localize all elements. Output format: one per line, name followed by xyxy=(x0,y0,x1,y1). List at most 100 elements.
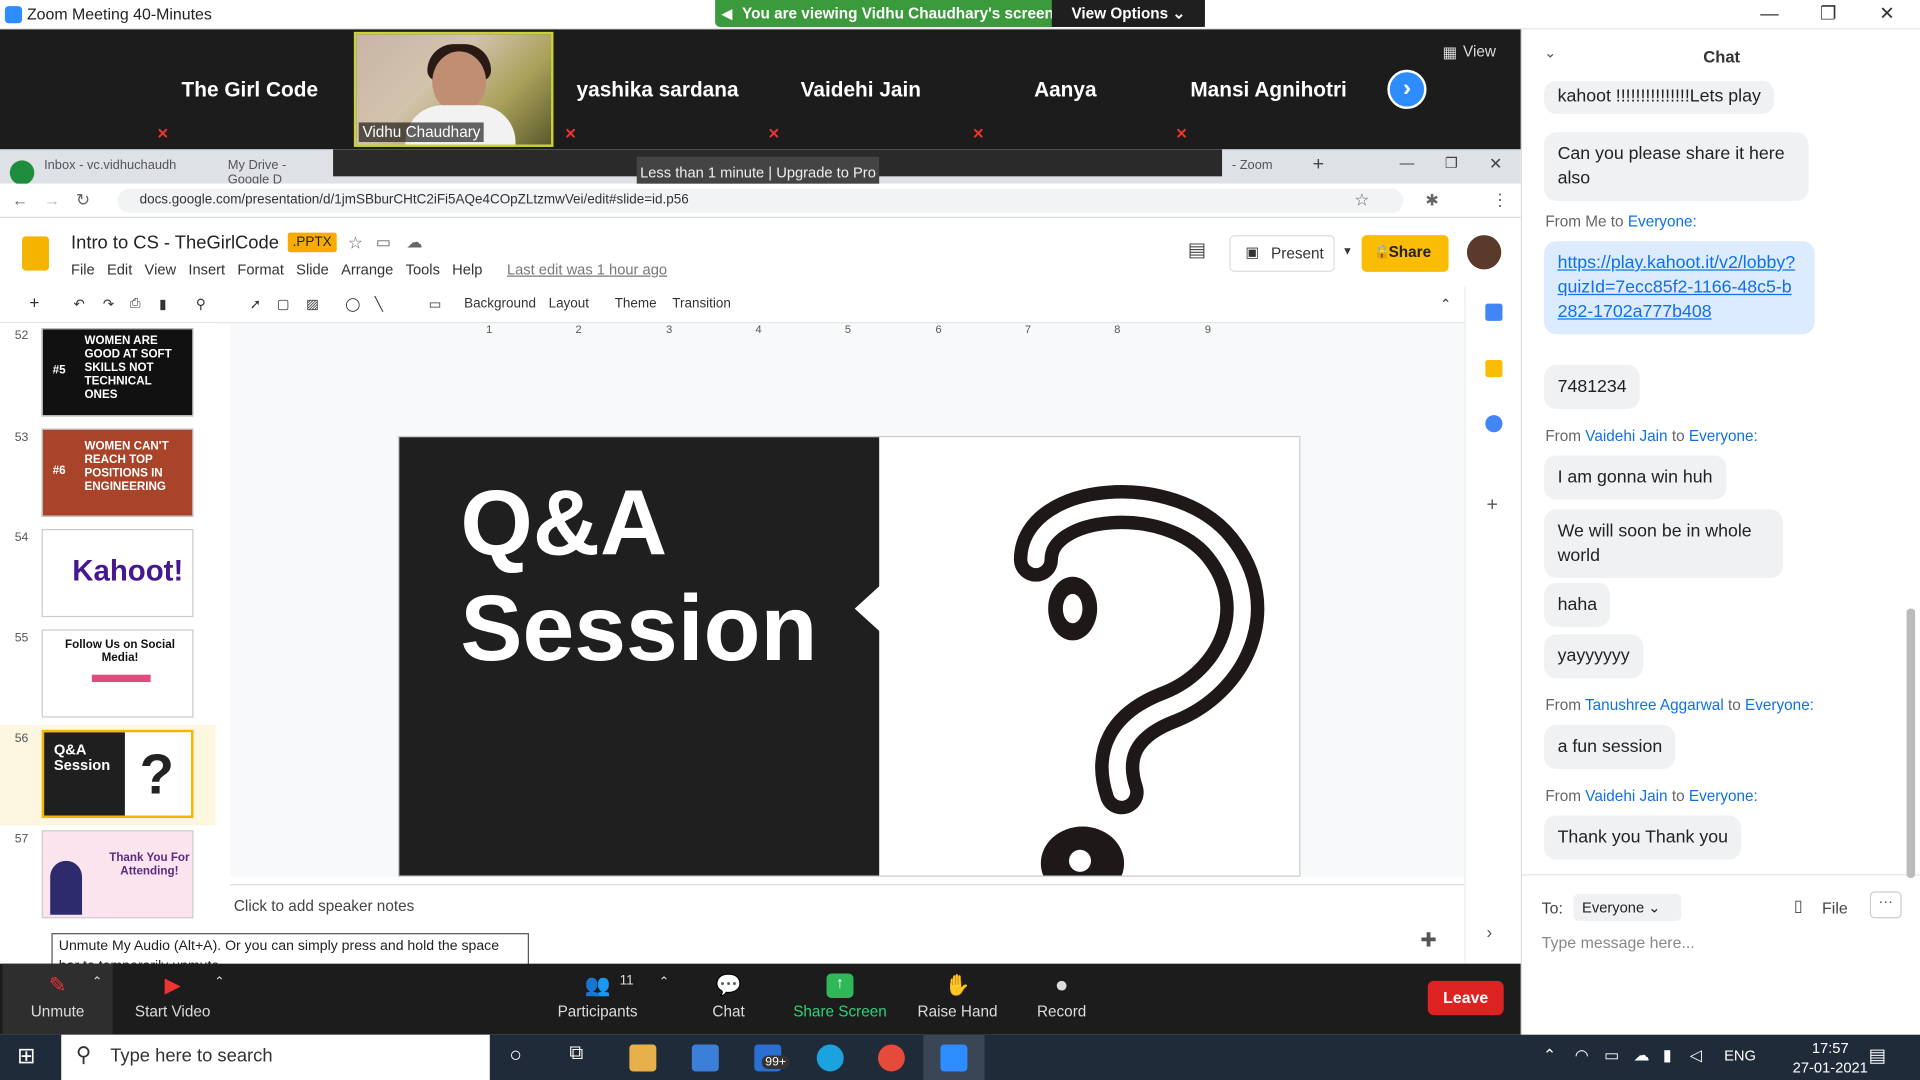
microphone-icon[interactable]: ▮ xyxy=(1663,1046,1672,1066)
file-explorer-icon[interactable] xyxy=(629,1044,657,1072)
minimize-button[interactable]: — xyxy=(1741,2,1797,26)
record-button[interactable]: ⏺ Record xyxy=(1007,964,1117,1035)
menu-help[interactable]: Help xyxy=(452,261,482,278)
extensions-icon[interactable]: ✱ xyxy=(1425,191,1438,211)
chat-scrollbar[interactable] xyxy=(1906,608,1916,878)
print-icon[interactable]: ⎙ xyxy=(130,296,141,312)
browser-tab[interactable]: - Zoom xyxy=(1220,153,1296,184)
redo-icon[interactable]: ↷ xyxy=(103,296,114,313)
taskbar-search-input[interactable]: Type here to search xyxy=(61,1034,490,1080)
view-layout-button[interactable]: ▦ View xyxy=(1442,39,1511,63)
tasks-icon[interactable] xyxy=(1485,415,1503,433)
browser-tab[interactable]: Inbox - vc.vidhuchaudh xyxy=(12,153,193,184)
browser-minimize-button[interactable]: — xyxy=(1400,154,1415,171)
chat-button[interactable]: 💬 Chat xyxy=(673,964,783,1035)
browser-tab[interactable]: My Drive - Google D xyxy=(196,153,331,187)
comment-icon[interactable]: ▭ xyxy=(429,296,442,313)
menu-slide[interactable]: Slide xyxy=(296,261,329,278)
collapse-toolbar-icon[interactable]: ⌃ xyxy=(1440,296,1451,313)
speaker-notes[interactable]: Click to add speaker notes xyxy=(230,884,1465,924)
theme-button[interactable]: Theme xyxy=(615,296,657,311)
url-input[interactable]: docs.google.com/presentation/d/1jmSBburC… xyxy=(117,188,1404,214)
chevron-down-icon[interactable]: ▼ xyxy=(1342,245,1353,257)
undo-icon[interactable]: ↶ xyxy=(73,296,84,313)
participant-tile[interactable]: yashika sardana ✕ xyxy=(557,31,758,147)
new-slide-icon[interactable]: + xyxy=(29,293,39,313)
menu-file[interactable]: File xyxy=(71,261,95,278)
slide-thumbnail-selected[interactable]: Q&A Session ? xyxy=(41,729,194,818)
browser-menu-icon[interactable]: ⋮ xyxy=(1491,190,1508,211)
participant-tile[interactable]: Aanya ✕ xyxy=(964,31,1166,147)
present-button[interactable]: ▣ Present ▼ xyxy=(1229,235,1353,272)
edge-icon[interactable] xyxy=(816,1044,844,1072)
slide-thumbnail[interactable]: #5 WOMEN ARE GOOD AT SOFT SKILLS NOT TEC… xyxy=(41,328,194,417)
move-folder-icon[interactable]: ▭ xyxy=(376,233,391,253)
keep-icon[interactable] xyxy=(1485,360,1503,378)
select-icon[interactable]: ➚ xyxy=(250,296,261,313)
file-button[interactable]: File xyxy=(1822,899,1848,917)
language-indicator[interactable]: ENG xyxy=(1724,1047,1756,1064)
share-screen-button[interactable]: ↑ Share Screen xyxy=(785,964,895,1035)
participants-button[interactable]: 👥 Participants xyxy=(542,964,652,1035)
store-icon[interactable] xyxy=(691,1044,719,1072)
restore-button[interactable]: ❐ xyxy=(1800,2,1856,26)
shape-icon[interactable]: ◯ xyxy=(345,296,360,313)
zoom-icon[interactable]: ⚲ xyxy=(196,296,206,313)
comments-icon[interactable]: ▤ xyxy=(1188,238,1207,262)
zoom-app-icon[interactable] xyxy=(940,1044,968,1072)
slide-thumbnail[interactable]: Follow Us on Social Media! xyxy=(41,629,194,718)
expand-panel-icon[interactable]: › xyxy=(1487,922,1493,942)
kahoot-link[interactable]: https://play.kahoot.it/v2/lobby?quizId=7… xyxy=(1558,253,1796,322)
share-button[interactable]: 🔒 Share xyxy=(1361,235,1449,272)
menu-view[interactable]: View xyxy=(145,261,177,278)
new-tab-button[interactable]: + xyxy=(1313,154,1324,176)
menu-format[interactable]: Format xyxy=(237,261,284,278)
transition-button[interactable]: Transition xyxy=(672,296,731,311)
calendar-icon[interactable] xyxy=(1485,303,1503,321)
battery-icon[interactable]: ▭ xyxy=(1604,1046,1619,1066)
unmute-button[interactable]: ✎ Unmute xyxy=(2,963,113,1035)
wifi-icon[interactable]: ◠ xyxy=(1575,1046,1589,1066)
notifications-icon[interactable]: ▤ xyxy=(1869,1044,1886,1067)
cortana-icon[interactable]: ○ xyxy=(509,1043,522,1067)
bookmark-star-icon[interactable]: ☆ xyxy=(1354,190,1369,211)
browser-close-button[interactable]: ✕ xyxy=(1489,154,1502,174)
audio-options-chevron-icon[interactable]: ⌃ xyxy=(92,976,102,989)
slide-thumbnail[interactable]: Kahoot! xyxy=(41,528,194,618)
menu-insert[interactable]: Insert xyxy=(188,261,225,278)
menu-tools[interactable]: Tools xyxy=(406,261,440,278)
volume-icon[interactable]: ◁ xyxy=(1690,1046,1702,1066)
line-icon[interactable]: ╲ xyxy=(375,296,383,313)
chrome-icon[interactable] xyxy=(877,1044,905,1072)
system-clock[interactable]: 17:57 27-01-2021 xyxy=(1793,1038,1868,1077)
task-view-icon[interactable]: ⧉ xyxy=(569,1043,583,1065)
next-page-button[interactable]: › xyxy=(1387,69,1427,109)
slide-thumbnail[interactable]: Thank You For Attending! xyxy=(41,830,194,919)
recipient-select[interactable]: Everyone ⌄ xyxy=(1573,893,1682,921)
add-addon-icon[interactable]: + xyxy=(1487,495,1498,517)
file-icon[interactable]: ▯ xyxy=(1794,896,1803,916)
participant-video-tile[interactable]: Vidhu Chaudhary xyxy=(353,31,554,147)
start-video-button[interactable]: ▶ Start Video xyxy=(118,964,228,1035)
layout-button[interactable]: Layout xyxy=(549,296,589,311)
close-window-button[interactable]: ✕ xyxy=(1859,2,1915,26)
participant-tile[interactable]: The Girl Code ✕ xyxy=(149,31,351,147)
textbox-icon[interactable]: ▢ xyxy=(277,296,290,313)
slide-thumbnail[interactable]: #6 WOMEN CAN'T REACH TOP POSITIONS IN EN… xyxy=(41,428,194,517)
paint-format-icon[interactable]: ▮ xyxy=(159,296,166,313)
leave-button[interactable]: Leave xyxy=(1427,980,1504,1016)
onedrive-icon[interactable]: ☁ xyxy=(1633,1046,1649,1066)
document-title[interactable]: Intro to CS - TheGirlCode xyxy=(71,233,279,254)
reload-icon[interactable]: ↻ xyxy=(76,190,90,211)
more-options-button[interactable]: ··· xyxy=(1869,891,1902,919)
windows-start-icon[interactable]: ⊞ xyxy=(17,1043,35,1069)
avatar[interactable] xyxy=(1466,235,1502,270)
video-options-chevron-icon[interactable]: ⌃ xyxy=(214,976,224,989)
last-edit-link[interactable]: Last edit was 1 hour ago xyxy=(507,261,667,278)
background-button[interactable]: Background xyxy=(464,296,536,311)
menu-edit[interactable]: Edit xyxy=(107,261,132,278)
message-input[interactable]: Type message here... xyxy=(1542,933,1904,951)
current-slide[interactable]: Q&A Session xyxy=(397,435,1301,877)
raise-hand-button[interactable]: ✋ Raise Hand xyxy=(902,964,1012,1035)
view-options-button[interactable]: View Options ⌄ xyxy=(1051,0,1205,27)
